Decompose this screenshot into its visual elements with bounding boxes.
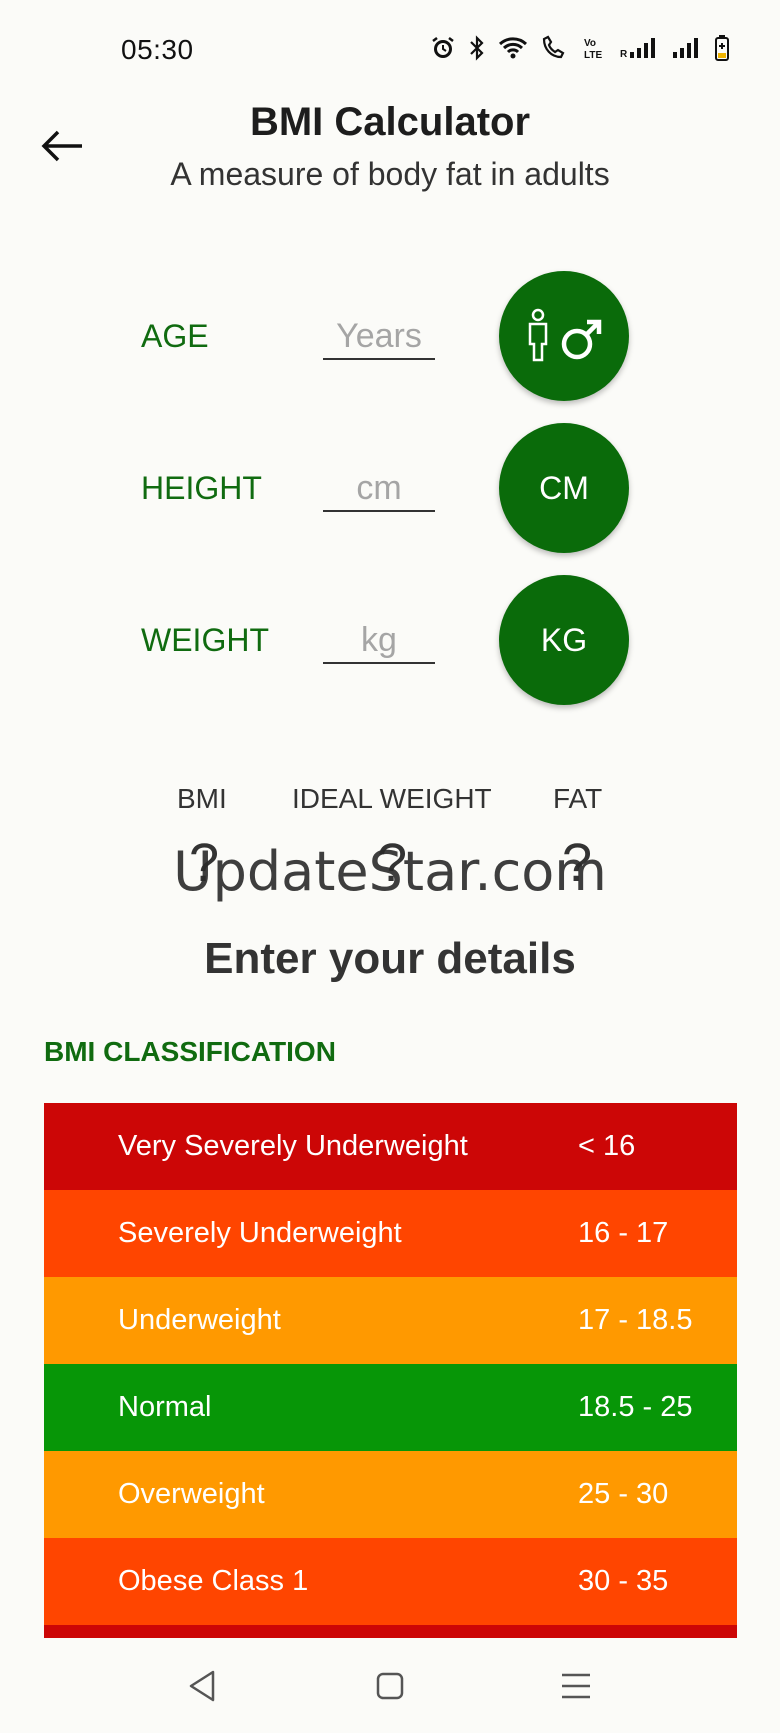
height-unit-button[interactable]: CM (499, 423, 629, 553)
height-input[interactable] (323, 466, 435, 512)
table-row (44, 1625, 737, 1638)
weight-label: WEIGHT (141, 622, 269, 658)
signal-r-icon: R (620, 38, 655, 60)
table-row: Very Severely Underweight < 16 (44, 1103, 737, 1190)
weight-unit-button[interactable]: KG (499, 575, 629, 705)
bmi-result-label: BMI (177, 783, 227, 814)
svg-text:Vo: Vo (584, 38, 596, 49)
battery-icon (715, 35, 729, 61)
system-icons: Vo LTE R (430, 34, 730, 62)
classification-title: BMI CLASSIFICATION (44, 1036, 336, 1067)
alarm-icon (432, 37, 454, 58)
page-title: BMI Calculator (249, 100, 531, 144)
nav-menu-icon[interactable] (556, 1666, 596, 1706)
gender-toggle-button[interactable] (499, 271, 629, 401)
height-label: HEIGHT (141, 470, 262, 506)
class-range: 16 - 17 (578, 1217, 669, 1249)
table-row: Normal 18.5 - 25 (44, 1364, 737, 1451)
weight-input[interactable] (323, 618, 435, 664)
wifi-icon (498, 37, 528, 59)
page-subtitle: A measure of body fat in adults (170, 156, 610, 192)
status-time: 05:30 (121, 34, 194, 65)
bmi-classification-table: Very Severely Underweight < 16 Severely … (44, 1103, 737, 1638)
class-name: Very Severely Underweight (118, 1130, 468, 1162)
male-gender-icon (528, 308, 602, 362)
age-label: AGE (141, 318, 209, 354)
table-row: Overweight 25 - 30 (44, 1451, 737, 1538)
class-name: Normal (118, 1391, 212, 1423)
fat-result-label: FAT (553, 783, 603, 814)
class-name: Obese Class 1 (118, 1565, 309, 1597)
svg-text:LTE: LTE (584, 50, 602, 61)
class-range: 30 - 35 (578, 1565, 669, 1597)
table-row: Obese Class 1 30 - 35 (44, 1538, 737, 1625)
class-range: 25 - 30 (578, 1478, 669, 1510)
nav-home-icon[interactable] (370, 1666, 410, 1706)
class-range: 18.5 - 25 (578, 1391, 693, 1423)
table-row: Underweight 17 - 18.5 (44, 1277, 737, 1364)
class-range: < 16 (578, 1130, 636, 1162)
svg-text:R: R (620, 49, 628, 60)
class-name: Overweight (118, 1478, 265, 1510)
signal-icon (673, 38, 698, 58)
age-input[interactable] (323, 314, 435, 360)
bluetooth-icon (470, 35, 484, 61)
wifi-calling-icon (542, 35, 565, 59)
class-range: 17 - 18.5 (578, 1304, 693, 1336)
ideal-weight-result-label: IDEAL WEIGHT (292, 783, 492, 814)
class-name: Severely Underweight (118, 1217, 402, 1249)
volte-icon: VoLTE (584, 38, 602, 61)
table-row: Severely Underweight 16 - 17 (44, 1190, 737, 1277)
nav-back-icon[interactable] (183, 1666, 223, 1706)
system-nav-bar (0, 1638, 780, 1733)
status-bar: 05:30 Vo LTE R (0, 0, 780, 96)
watermark: UpdateStar.com (173, 840, 607, 903)
class-name: Underweight (118, 1304, 281, 1336)
enter-details-prompt: Enter your details (204, 934, 576, 983)
